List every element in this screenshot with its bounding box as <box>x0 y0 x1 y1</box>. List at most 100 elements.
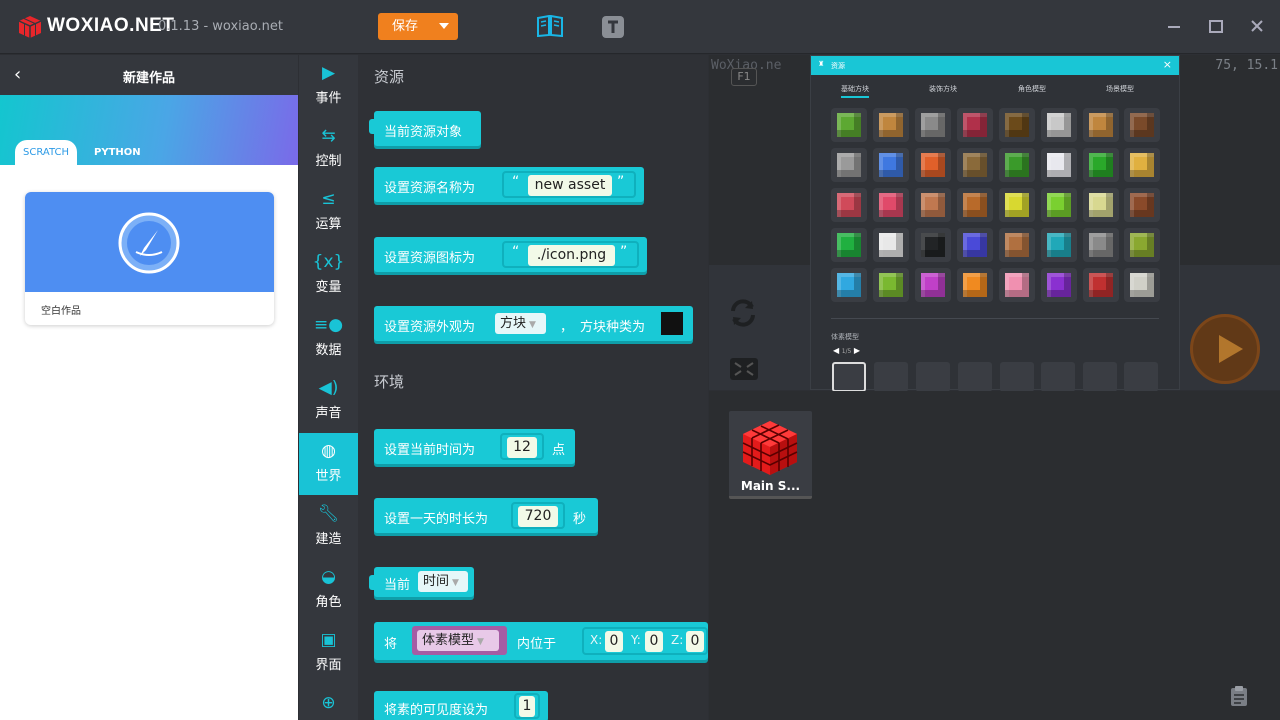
maximize-icon[interactable] <box>1206 14 1226 38</box>
block-tile[interactable] <box>1124 268 1160 302</box>
play-button[interactable] <box>1190 314 1260 384</box>
block-tile[interactable] <box>999 148 1035 182</box>
block-tile[interactable] <box>1083 108 1119 142</box>
tab-basic-blocks[interactable]: 基础方块 <box>841 84 869 98</box>
time-input[interactable]: 12 <box>507 437 537 458</box>
model-slot[interactable] <box>1083 362 1117 392</box>
block-set-asset-icon[interactable]: 设置资源图标为 “ ./icon.png ” <box>374 237 647 272</box>
block-tile[interactable] <box>915 108 951 142</box>
block-tile[interactable] <box>831 228 867 262</box>
z-input[interactable]: 0 <box>686 631 704 652</box>
category-character[interactable]: ◒ 角色 <box>299 559 358 621</box>
category-data[interactable]: ≡● 数据 <box>299 307 358 369</box>
block-set-visibility[interactable]: 将素的可见度设为 1 <box>374 691 548 720</box>
block-tile[interactable] <box>1041 188 1077 222</box>
block-set-model-position[interactable]: 将 体素模型 ▼ 内位于 X: 0 Y: 0 Z: 0 <box>374 622 708 660</box>
block-tile[interactable] <box>1041 108 1077 142</box>
block-set-asset-name[interactable]: 设置资源名称为 “ new asset ” <box>374 167 644 202</box>
block-type-slot[interactable] <box>661 312 683 335</box>
block-tile[interactable] <box>1041 268 1077 302</box>
appearance-dropdown[interactable]: 方块 ▼ <box>495 313 546 334</box>
block-tile[interactable] <box>1124 108 1160 142</box>
block-set-asset-appearance[interactable]: 设置资源外观为 方块 ▼ ， 方块种类为 <box>374 306 693 341</box>
block-tile[interactable] <box>915 228 951 262</box>
block-tile[interactable] <box>999 268 1035 302</box>
block-tile[interactable] <box>915 188 951 222</box>
x-input[interactable]: 0 <box>605 631 623 652</box>
block-tile[interactable] <box>1124 188 1160 222</box>
model-slot[interactable] <box>1041 362 1075 392</box>
block-tile[interactable] <box>1083 148 1119 182</box>
save-button[interactable]: 保存 <box>378 13 458 40</box>
category-sound[interactable]: ◀) 声音 <box>299 370 358 432</box>
fullscreen-icon[interactable] <box>729 357 759 381</box>
block-current-reporter[interactable]: 当前 时间 ▼ <box>369 567 474 597</box>
category-operators[interactable]: ≤ 运算 <box>299 181 358 243</box>
minimize-icon[interactable] <box>1164 14 1184 38</box>
block-tile[interactable] <box>1124 148 1160 182</box>
clipboard-icon[interactable] <box>1229 685 1249 707</box>
tab-decor-blocks[interactable]: 装饰方块 <box>929 84 957 94</box>
tab-scene-models[interactable]: 场景模型 <box>1106 84 1134 94</box>
block-tile[interactable] <box>831 188 867 222</box>
block-tile[interactable] <box>1083 188 1119 222</box>
category-build[interactable]: 🔧︎ 建造 <box>299 496 358 558</box>
add-extension-button[interactable]: ⊕ <box>299 685 358 720</box>
model-pager[interactable]: ◀ 1/5 ▶ <box>833 346 860 355</box>
block-tile[interactable] <box>915 268 951 302</box>
day-length-input[interactable]: 720 <box>518 506 558 527</box>
block-tile[interactable] <box>831 148 867 182</box>
block-tile[interactable] <box>957 188 993 222</box>
block-tile[interactable] <box>957 148 993 182</box>
block-set-time[interactable]: 设置当前时间为 12 点 <box>374 429 575 464</box>
model-slot[interactable] <box>1000 362 1034 392</box>
model-slot-selected[interactable] <box>832 362 866 392</box>
model-slot[interactable] <box>874 362 908 392</box>
y-input[interactable]: 0 <box>645 631 663 652</box>
block-tile[interactable] <box>957 108 993 142</box>
block-tile[interactable] <box>873 108 909 142</box>
close-icon[interactable] <box>1247 14 1267 38</box>
model-slot[interactable] <box>1124 362 1158 392</box>
tab-character-models[interactable]: 角色模型 <box>1018 84 1046 94</box>
blank-project-card[interactable]: 空白作品 <box>25 192 274 325</box>
block-tile[interactable] <box>1124 228 1160 262</box>
block-tile[interactable] <box>1083 228 1119 262</box>
block-tile[interactable] <box>957 268 993 302</box>
category-world[interactable]: ◍ 世界 <box>299 433 358 495</box>
asset-name-input[interactable]: new asset <box>528 175 612 196</box>
block-tile[interactable] <box>999 108 1035 142</box>
asset-icon-input[interactable]: ./icon.png <box>528 245 615 266</box>
text-icon[interactable] <box>601 15 625 39</box>
refresh-icon[interactable] <box>727 297 759 329</box>
block-tile[interactable] <box>831 268 867 302</box>
block-tile[interactable] <box>1083 268 1119 302</box>
category-interface[interactable]: ▣ 界面 <box>299 622 358 684</box>
block-tile[interactable] <box>915 148 951 182</box>
tab-python[interactable]: PYTHON <box>94 147 141 158</box>
model-dropdown[interactable]: 体素模型 ▼ <box>417 630 499 651</box>
category-control[interactable]: ⇆ 控制 <box>299 118 358 180</box>
block-tile[interactable] <box>873 148 909 182</box>
visibility-input[interactable]: 1 <box>519 696 535 717</box>
model-slot[interactable] <box>916 362 950 392</box>
block-set-day-length[interactable]: 设置一天的时长为 720 秒 <box>374 498 598 533</box>
block-tile[interactable] <box>957 228 993 262</box>
block-tile[interactable] <box>831 108 867 142</box>
block-tile[interactable] <box>999 188 1035 222</box>
category-variables[interactable]: {x} 变量 <box>299 244 358 306</box>
model-slot[interactable] <box>958 362 992 392</box>
block-tile[interactable] <box>999 228 1035 262</box>
block-tile[interactable] <box>873 268 909 302</box>
close-icon[interactable]: × <box>1163 58 1172 71</box>
block-tile[interactable] <box>1041 228 1077 262</box>
chevron-down-icon[interactable] <box>439 23 449 29</box>
asset-card-main-scene[interactable]: Main S... <box>729 411 812 499</box>
block-tile[interactable] <box>873 188 909 222</box>
tab-scratch[interactable]: SCRATCH <box>15 140 77 166</box>
category-events[interactable]: ▶ 事件 <box>299 55 358 117</box>
block-tile[interactable] <box>1041 148 1077 182</box>
block-tile[interactable] <box>873 228 909 262</box>
block-current-asset[interactable]: 当前资源对象 <box>369 111 481 146</box>
current-dropdown[interactable]: 时间 ▼ <box>418 571 468 592</box>
